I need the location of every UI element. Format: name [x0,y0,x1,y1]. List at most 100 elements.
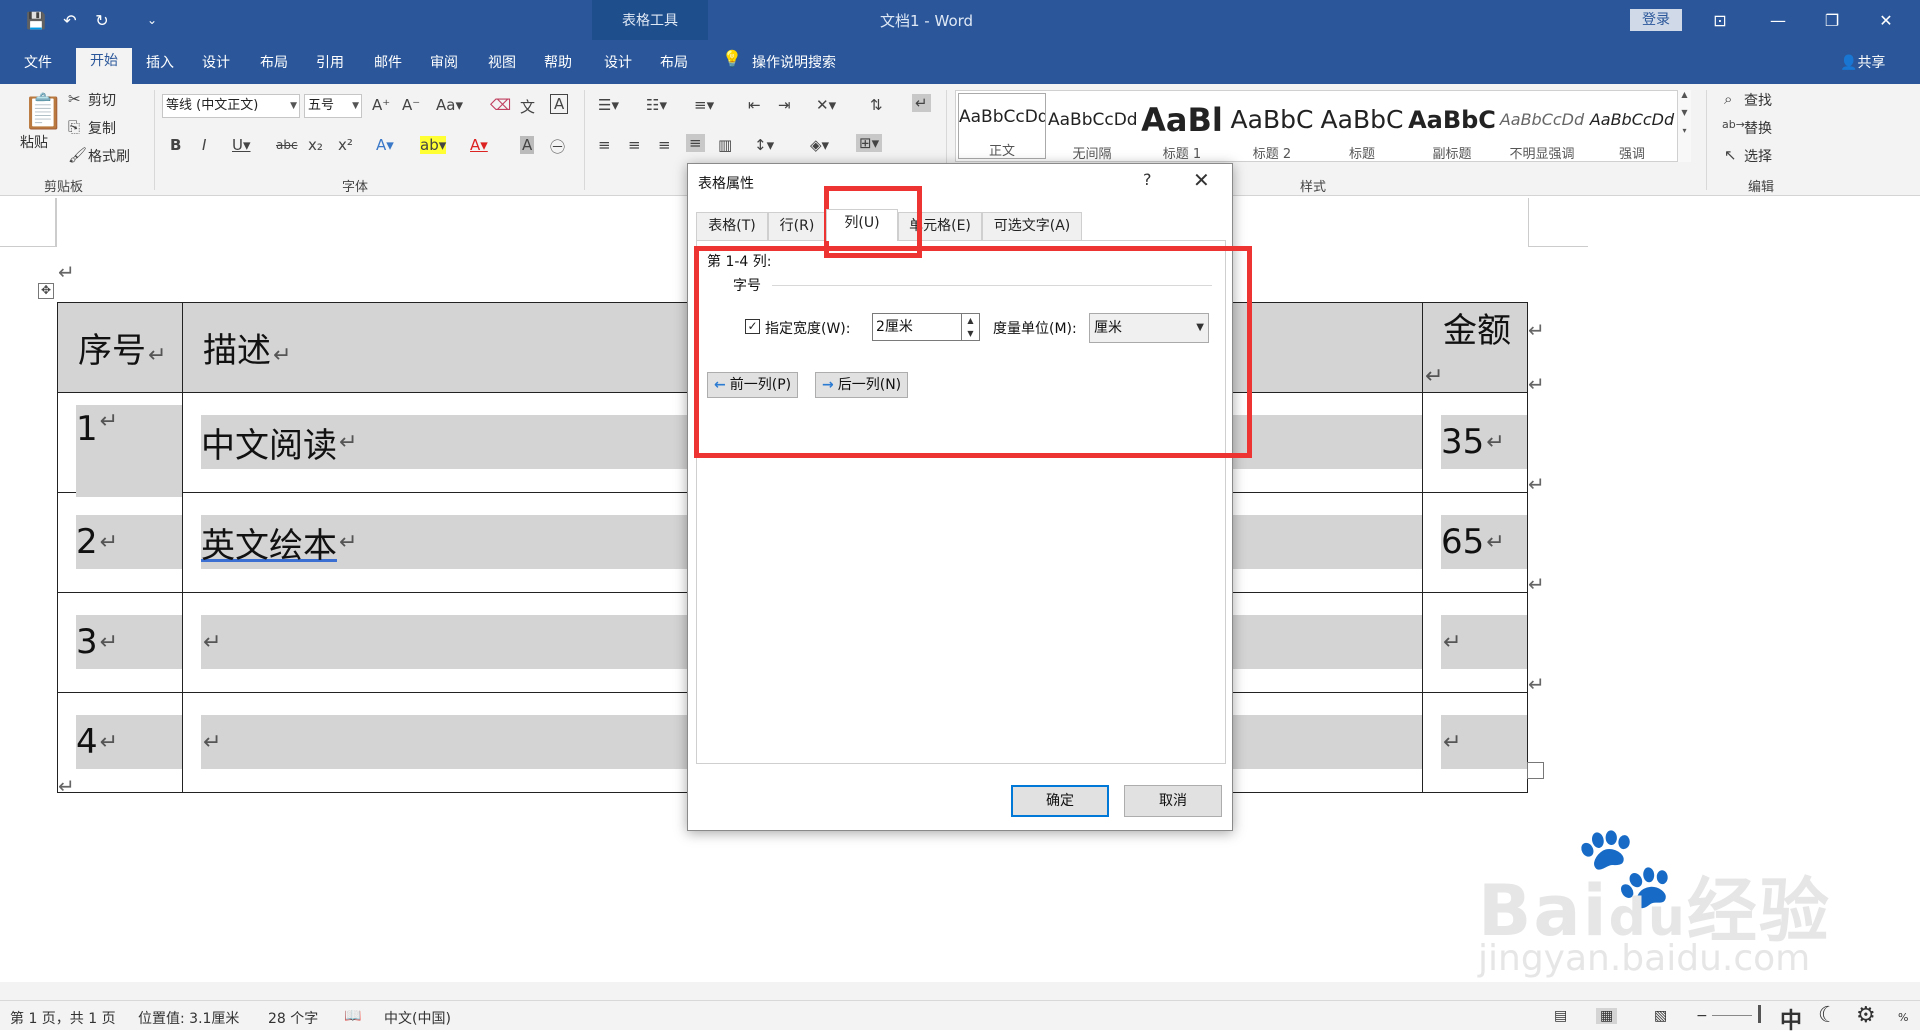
table-move-handle[interactable]: ✥ [38,283,54,299]
subscript-icon[interactable]: x₂ [308,136,323,154]
italic-icon[interactable]: I [202,136,206,154]
replace-button[interactable]: 替换 [1744,118,1772,138]
copy-icon[interactable]: ⎘ [68,118,80,136]
cancel-button[interactable]: 取消 [1124,785,1222,817]
table-cell[interactable]: 65 ↵ [1422,492,1528,593]
restore-button[interactable]: ❐ [1812,6,1852,34]
chevron-down-icon[interactable]: ▼ [967,329,973,338]
line-spacing-icon[interactable]: ↕▾ [754,136,774,154]
style-subtitle[interactable]: AaBbC 副标题 [1408,97,1496,163]
select-button[interactable]: 选择 [1744,146,1772,166]
table-cell[interactable]: 序号↵ [57,302,183,393]
paste-label[interactable]: 粘贴 [20,132,48,152]
style-no-spacing[interactable]: AaBbCcDd 无间隔 [1048,97,1136,163]
cut-button[interactable]: 剪切 [88,90,116,110]
help-icon[interactable]: ? [1143,170,1152,189]
replace-icon[interactable]: ab→ [1722,118,1745,131]
ok-button[interactable]: 确定 [1011,785,1109,817]
unit-select[interactable]: 厘米 ▼ [1089,313,1209,343]
table-cell[interactable]: ↵ [1422,692,1528,793]
format-painter-icon[interactable]: 🖌 [68,146,87,164]
cut-icon[interactable]: ✂ [68,90,81,108]
justify-icon[interactable]: ≡ [686,134,705,152]
tab-layout[interactable]: 布局 [250,50,298,78]
change-case-icon[interactable]: Aa▾ [436,96,463,114]
ime-indicator[interactable]: 中 [1780,1003,1802,1035]
clear-formatting-icon[interactable]: ⌫ [490,96,511,114]
increase-indent-icon[interactable]: ⇥ [778,96,791,114]
distributed-icon[interactable]: ▥ [718,136,732,154]
tab-home[interactable]: 开始 [76,48,132,84]
bold-icon[interactable]: B [170,136,181,154]
web-layout-icon[interactable]: ▧ [1654,1008,1667,1024]
print-layout-icon[interactable]: ▦ [1596,1008,1618,1024]
find-button[interactable]: 查找 [1744,90,1772,110]
tab-table-design[interactable]: 设计 [594,50,642,78]
search-icon[interactable]: ⌕ [1724,90,1732,108]
font-name-combo[interactable]: 等线 (中文正文) ▼ [162,94,300,118]
align-left-icon[interactable]: ≡ [598,136,611,154]
sort-icon[interactable]: ⇅ [870,96,883,114]
font-color-icon[interactable]: A▾ [470,136,488,154]
numbering-icon[interactable]: ☷▾ [646,96,667,114]
gear-icon[interactable]: ⚙ [1856,1003,1876,1028]
undo-icon[interactable]: ↶ [56,8,84,32]
format-painter-button[interactable]: 格式刷 [88,146,130,166]
strikethrough-icon[interactable]: abc [276,138,298,152]
page-count[interactable]: 第 1 页，共 1 页 [10,1008,116,1028]
shading-icon[interactable]: ◈▾ [810,136,829,154]
zoom-slider[interactable] [1712,1015,1752,1016]
show-marks-icon[interactable]: ↵ [912,94,931,112]
tab-file[interactable]: 文件 [12,50,64,78]
table-resize-handle[interactable] [1527,762,1544,779]
decrease-indent-icon[interactable]: ⇤ [748,96,761,114]
align-right-icon[interactable]: ≡ [658,136,671,154]
style-emphasis[interactable]: AaBbCcDd 强调 [1588,97,1676,163]
minimize-button[interactable]: — [1758,6,1798,34]
next-column-button[interactable]: → 后一列(N) [815,372,909,398]
tab-insert[interactable]: 插入 [136,50,184,78]
close-window-button[interactable]: ✕ [1866,6,1906,34]
style-title[interactable]: AaBbC 标题 [1318,97,1406,163]
shrink-font-icon[interactable]: A⁻ [402,96,420,114]
phonetic-guide-icon[interactable]: 文 [520,96,535,117]
redo-icon[interactable]: ↻ [88,8,116,32]
proofing-icon[interactable]: 📖 [344,1008,361,1024]
character-border-icon[interactable]: A [550,94,569,114]
paste-icon[interactable]: 📋 [22,92,64,132]
login-button[interactable]: 登录 [1630,9,1682,31]
multilevel-list-icon[interactable]: ≡▾ [694,96,714,114]
table-cell[interactable]: 2 ↵ [57,492,183,593]
tab-review[interactable]: 审阅 [420,50,468,78]
width-checkbox-label[interactable]: 指定宽度(W): [765,318,850,338]
table-cell[interactable]: 1 ↵ [57,392,183,497]
styles-gallery-scroll[interactable]: ▲ ▼ ▾ [1677,90,1691,162]
share-button[interactable]: 👤共享 [1840,52,1885,72]
borders-icon[interactable]: ⊞▾ [856,134,883,152]
bullets-icon[interactable]: ☰▾ [598,96,619,114]
width-spinner[interactable]: ▲ ▼ [962,313,980,341]
table-cell[interactable]: 3 ↵ [57,592,183,693]
font-size-combo[interactable]: 五号 ▼ [304,94,362,118]
quick-access-more-icon[interactable]: ⌄ [138,8,166,32]
table-cell[interactable]: 4 ↵ [57,692,183,793]
width-input[interactable]: 2厘米 [872,313,962,341]
zoom-slider-thumb[interactable] [1758,1005,1761,1023]
grow-font-icon[interactable]: A⁺ [372,96,390,114]
style-heading-1[interactable]: AaBl 标题 1 [1138,97,1226,163]
width-checkbox[interactable]: ✓ [745,319,760,334]
word-count[interactable]: 28 个字 [268,1008,318,1028]
table-cell[interactable]: 35 ↵ [1422,392,1528,493]
tab-alt-text[interactable]: 可选文字(A) [982,212,1082,240]
tab-table-layout[interactable]: 布局 [650,50,698,78]
save-icon[interactable]: 💾 [22,8,50,32]
horizontal-scroll-area[interactable] [0,982,1920,1000]
enclose-characters-icon[interactable]: ㊀ [550,136,565,157]
moon-icon[interactable]: ☾ [1818,1003,1838,1028]
copy-button[interactable]: 复制 [88,118,116,138]
ribbon-display-options-icon[interactable]: ⊡ [1700,6,1740,34]
tab-cell[interactable]: 单元格(E) [898,212,982,240]
style-subtle-emphasis[interactable]: AaBbCcDd 不明显强调 [1498,97,1586,163]
character-shading-icon[interactable]: A [520,136,535,154]
tab-table[interactable]: 表格(T) [696,212,768,240]
